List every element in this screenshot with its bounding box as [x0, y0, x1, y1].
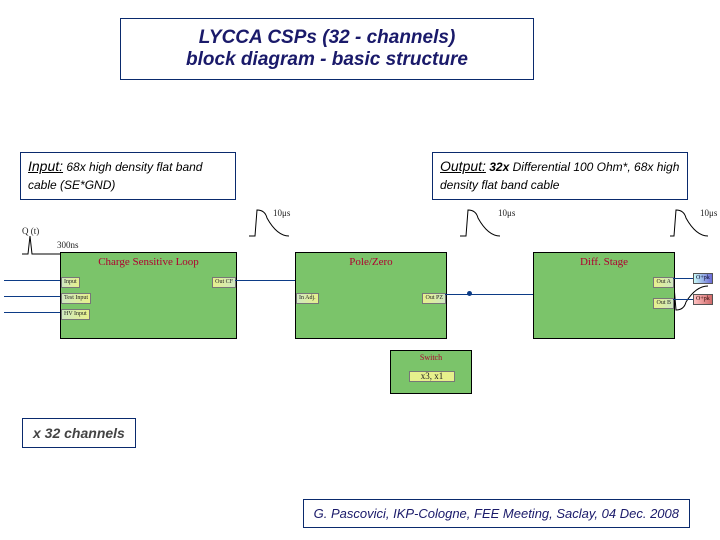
time-10us-1: 10μs: [273, 208, 290, 218]
time-10us-2: 10μs: [498, 208, 515, 218]
footer-box: G. Pascovici, IKP-Cologne, FEE Meeting, …: [303, 499, 690, 528]
csl-port-test: Test Input: [61, 293, 91, 304]
wire-pz-diff: [445, 294, 533, 295]
x32-box: x 32 channels: [22, 418, 136, 448]
input-box: Input: 68x high density flat band cable …: [20, 152, 236, 200]
diff-port-outa: Out A: [653, 277, 674, 288]
time-300ns: 300ns: [57, 240, 79, 250]
diff-port-outb: Out B: [653, 298, 674, 309]
output-bold: 32x: [486, 160, 513, 174]
output-label: Output:: [440, 158, 486, 174]
csl-title: Charge Sensitive Loop: [61, 256, 236, 268]
wire-input: [4, 280, 60, 281]
pz-port-in: In Adj.: [296, 293, 319, 304]
output-tag-b: O+pk: [693, 294, 713, 305]
input-label: Input:: [28, 158, 63, 174]
block-csl: Charge Sensitive Loop Input Test Input H…: [60, 252, 237, 339]
pz-title: Pole/Zero: [296, 256, 446, 268]
diff-title: Diff. Stage: [534, 256, 674, 268]
output-box: Output: 32x Differential 100 Ohm*, 68x h…: [432, 152, 688, 200]
wire-node: [467, 291, 472, 296]
pz-port-out: Out PZ: [422, 293, 446, 304]
wire-test: [4, 296, 60, 297]
csl-port-input: Input: [61, 277, 80, 288]
header-line2: block diagram - basic structure: [137, 49, 517, 71]
switch-title: Switch: [391, 353, 471, 362]
switch-label: x3, x1: [409, 371, 455, 382]
csl-port-hv: HV Input: [61, 309, 90, 320]
pz-out-pulse-icon: [458, 206, 502, 242]
time-10us-3: 10μs: [700, 208, 717, 218]
wire-csl-pz: [235, 280, 295, 281]
header-box: LYCCA CSPs (32 - channels) block diagram…: [120, 18, 534, 80]
block-pz: Pole/Zero In Adj. Out PZ: [295, 252, 447, 339]
wire-hv: [4, 312, 60, 313]
block-diff: Diff. Stage Out A Out B: [533, 252, 675, 339]
output-tag-a: O+pk: [693, 273, 713, 284]
diagram-area: Q (t) 300ns 10μs 10μs 10μs Charge Sensit…: [0, 200, 720, 430]
block-switch: Switch x3, x1: [390, 350, 472, 394]
csl-port-out: Out CF: [212, 277, 236, 288]
header-line1: LYCCA CSPs (32 - channels): [137, 27, 517, 49]
